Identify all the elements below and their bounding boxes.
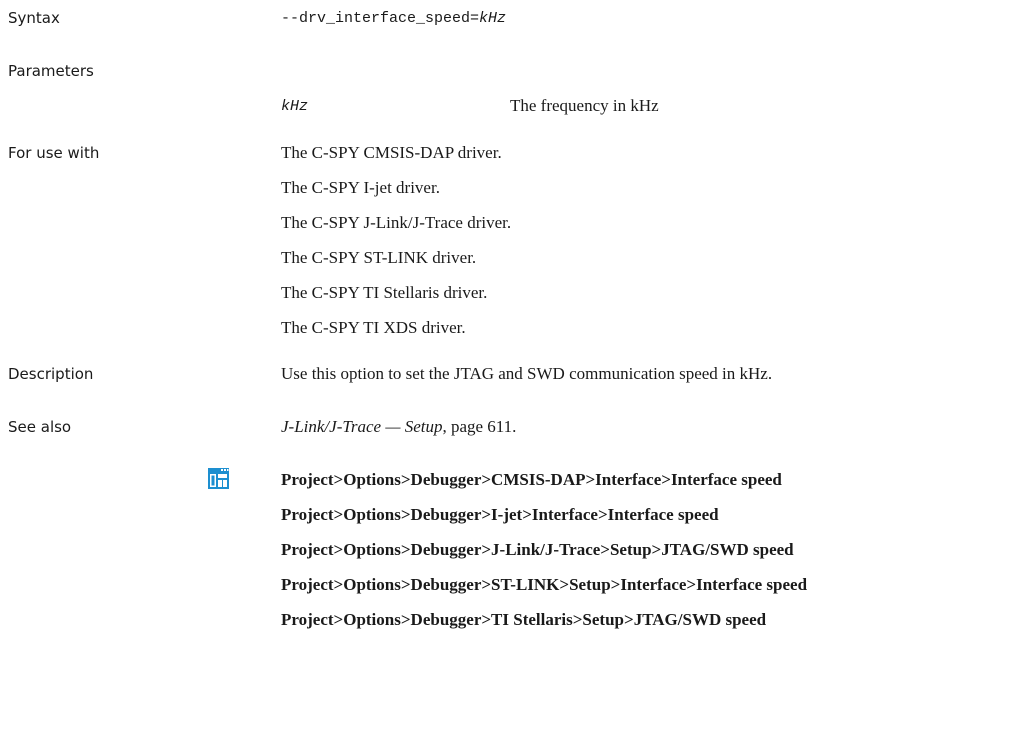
see-also-line: J-Link/J-Trace — Setup, page 611. (281, 417, 516, 437)
syntax-label: Syntax (8, 9, 60, 27)
see-also-page-ref: , page 611. (442, 417, 517, 436)
ide-path: Project>Options>Debugger>ST-LINK>Setup>I… (281, 575, 808, 594)
driver-item: The C-SPY I-jet driver. (281, 178, 440, 197)
ide-path: Project>Options>Debugger>CMSIS-DAP>Inter… (281, 470, 782, 489)
syntax-arg: kHz (479, 10, 507, 27)
parameter-description: The frequency in kHz (510, 96, 659, 115)
driver-item: The C-SPY CMSIS-DAP driver. (281, 143, 502, 162)
description-label: Description (8, 365, 94, 383)
ide-options-icon (208, 468, 229, 489)
syntax-line: --drv_interface_speed=kHz (281, 10, 506, 27)
see-also-label: See also (8, 418, 72, 436)
driver-item: The C-SPY J-Link/J-Trace driver. (281, 213, 512, 232)
syntax-option: --drv_interface_speed= (281, 10, 480, 27)
parameter-name: kHz (281, 98, 309, 115)
ide-path: Project>Options>Debugger>I-jet>Interface… (281, 505, 719, 524)
for-use-with-label: For use with (8, 144, 100, 162)
ide-path: Project>Options>Debugger>TI Stellaris>Se… (281, 610, 767, 629)
ide-path: Project>Options>Debugger>J-Link/J-Trace>… (281, 540, 794, 559)
see-also-link[interactable]: J-Link/J-Trace — Setup (281, 417, 442, 436)
driver-item: The C-SPY ST-LINK driver. (281, 248, 477, 267)
parameters-label: Parameters (8, 62, 94, 80)
driver-item: The C-SPY TI Stellaris driver. (281, 283, 488, 302)
driver-item: The C-SPY TI XDS driver. (281, 318, 466, 337)
description-text: Use this option to set the JTAG and SWD … (281, 364, 773, 383)
